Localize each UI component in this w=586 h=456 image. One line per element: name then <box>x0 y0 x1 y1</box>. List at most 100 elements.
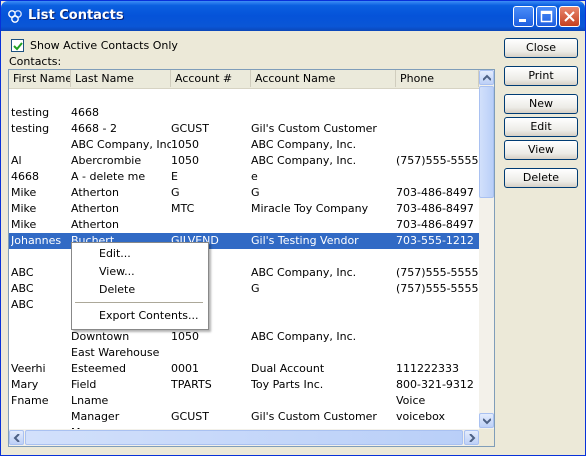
table-cell: Atherton <box>71 202 119 215</box>
close-icon <box>564 11 575 22</box>
table-cell: ABC Company, Inc. <box>251 330 357 343</box>
menu-item-delete[interactable]: Delete <box>72 281 206 299</box>
table-cell: Gil's Testing Vendor <box>251 234 359 247</box>
context-menu: Edit... View... Delete Export Contents..… <box>71 242 209 330</box>
maximize-icon <box>540 10 553 23</box>
show-active-label: Show Active Contacts Only <box>30 39 178 52</box>
maximize-button[interactable] <box>536 6 557 27</box>
table-cell: Esteemed <box>71 362 126 375</box>
table-cell: 4668 <box>11 170 39 183</box>
table-row[interactable]: Mike Atherton MTC Miracle Toy Company 703-48… <box>9 201 479 217</box>
table-cell: Mike <box>11 186 37 199</box>
horizontal-scroll-thumb[interactable] <box>25 430 463 445</box>
table-cell: A - delete me <box>71 170 146 183</box>
table-cell: Field <box>71 378 97 391</box>
table-cell: G <box>251 186 260 199</box>
arrow-up-icon <box>483 74 491 81</box>
table-cell: Atherton <box>71 218 119 231</box>
table-cell: Mike <box>11 202 37 215</box>
minimize-button[interactable] <box>513 6 534 27</box>
table-cell: 4668 <box>71 106 99 119</box>
minimize-icon <box>519 19 526 22</box>
table-cell: Toy Parts Inc. <box>251 378 324 391</box>
list-contacts-window: List Contacts Show Active Contacts Only … <box>0 0 586 456</box>
menu-separator <box>75 302 203 303</box>
table-cell: 703-486-8497 <box>396 218 474 231</box>
scroll-down-button[interactable] <box>479 413 494 428</box>
column-headers: First Name Last Name Account # Account N… <box>9 70 479 89</box>
table-row[interactable]: East Warehouse <box>9 345 479 361</box>
app-icon <box>8 10 22 23</box>
table-row[interactable]: Mary Field TPARTS Toy Parts Inc. 800-321-931… <box>9 377 479 393</box>
table-row[interactable]: Mike Atherton 703-486-8497 <box>9 217 479 233</box>
table-cell: 1050 <box>171 330 199 343</box>
menu-item-view[interactable]: View... <box>72 263 206 281</box>
table-cell: Miracle Toy Company <box>251 202 369 215</box>
header-first-name[interactable]: First Name <box>9 70 71 87</box>
table-cell: Veerhi <box>11 362 46 375</box>
table-row[interactable]: Mike Atherton G G 703-486-8497 <box>9 185 479 201</box>
table-cell: 1050 <box>171 154 199 167</box>
arrow-left-icon <box>13 434 20 442</box>
scroll-up-button[interactable] <box>479 70 494 85</box>
table-cell: ABC Company, Inc. <box>251 154 357 167</box>
close-button[interactable]: Close <box>504 38 578 58</box>
table-row[interactable] <box>9 89 479 105</box>
table-cell: GCUST <box>171 122 209 135</box>
table-row[interactable]: ABC Company, Inc. 1050 ABC Company, Inc. <box>9 137 479 153</box>
checkmark-icon <box>13 42 23 51</box>
table-cell: GCUST <box>171 410 209 423</box>
new-button[interactable]: New <box>504 94 578 114</box>
table-cell: 0001 <box>171 362 199 375</box>
arrow-right-icon <box>469 434 476 442</box>
delete-button[interactable]: Delete <box>504 168 578 188</box>
menu-item-edit[interactable]: Edit... <box>72 245 206 263</box>
table-cell: Lname <box>71 394 109 407</box>
table-cell: voicebox <box>396 410 445 423</box>
horizontal-scrollbar[interactable] <box>9 429 479 446</box>
table-cell: Voice <box>396 394 426 407</box>
table-cell: ABC Company, Inc. <box>251 138 357 151</box>
view-button[interactable]: View <box>504 140 578 160</box>
table-cell: 800-321-9312 <box>396 378 474 391</box>
table-row[interactable]: Veerhi Esteemed 0001 Dual Account 111222333 <box>9 361 479 377</box>
table-row[interactable]: Manager GCUST Gil's Custom Customer voicebo… <box>9 409 479 425</box>
header-account-name[interactable]: Account Name <box>251 70 396 87</box>
table-cell: Manager <box>71 410 120 423</box>
header-last-name[interactable]: Last Name <box>71 70 171 87</box>
arrow-down-icon <box>483 418 491 425</box>
table-cell: 1050 <box>171 138 199 151</box>
table-row[interactable]: Fname Lname Voice <box>9 393 479 409</box>
table-row[interactable]: testing 4668 <box>9 105 479 121</box>
header-phone[interactable]: Phone <box>396 70 479 87</box>
table-cell: (757)555-5555 <box>396 282 479 295</box>
vertical-scroll-thumb[interactable] <box>479 86 494 198</box>
close-window-button[interactable] <box>559 6 580 27</box>
vertical-scrollbar[interactable] <box>479 70 494 429</box>
show-active-checkbox[interactable] <box>11 39 24 52</box>
table-cell: (757)555-5555 <box>396 154 479 167</box>
scroll-left-button[interactable] <box>9 430 24 445</box>
table-row[interactable]: Al Abercrombie 1050 ABC Company, Inc. (757)5… <box>9 153 479 169</box>
table-cell: Johannes <box>11 234 62 247</box>
edit-button[interactable]: Edit <box>504 117 578 137</box>
menu-item-export-contents[interactable]: Export Contents... <box>72 307 206 325</box>
scroll-corner <box>479 429 494 446</box>
table-row[interactable]: Downtown 1050 ABC Company, Inc. <box>9 329 479 345</box>
header-account-number[interactable]: Account # <box>171 70 251 87</box>
contacts-label: Contacts: <box>9 55 62 68</box>
table-row[interactable]: testing 4668 - 2 GCUST Gil's Custom Custome… <box>9 121 479 137</box>
table-cell: ABC Company, Inc. <box>251 266 357 279</box>
table-cell: ABC Company, Inc. <box>71 138 171 151</box>
table-cell: Mary <box>11 378 39 391</box>
title-bar[interactable]: List Contacts <box>1 1 585 31</box>
table-cell: E <box>171 170 178 183</box>
print-button[interactable]: Print <box>504 66 578 86</box>
table-cell: MTC <box>171 202 195 215</box>
table-cell: G <box>171 186 180 199</box>
table-row[interactable]: 4668 A - delete me Ee <box>9 169 479 185</box>
table-cell: Al <box>11 154 22 167</box>
table-cell: 703-486-8497 <box>396 202 474 215</box>
scroll-right-button[interactable] <box>464 430 479 445</box>
table-cell: Dual Account <box>251 362 325 375</box>
